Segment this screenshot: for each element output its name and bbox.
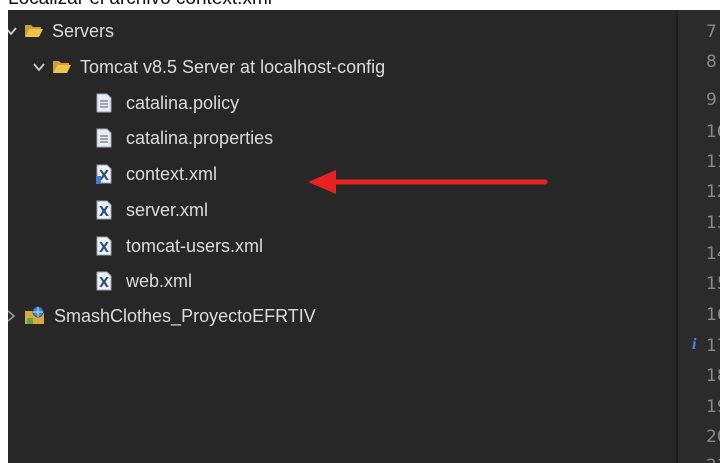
- xml-file-icon: X: [96, 164, 112, 184]
- xml-file-icon: X: [96, 236, 112, 256]
- line-number: 17: [706, 336, 720, 356]
- tree-item-label: SmashClothes_ProyectoEFRTIV: [54, 305, 316, 326]
- svg-text:X: X: [99, 241, 109, 256]
- tree-item-label: catalina.policy: [126, 92, 240, 113]
- line-number: 8: [706, 52, 717, 72]
- line-number: 20: [706, 427, 720, 447]
- tree-item-label: server.xml: [126, 199, 209, 220]
- tree-item-file[interactable]: catalina.properties: [96, 121, 273, 155]
- web-project-icon: [25, 306, 44, 324]
- editor-line-gutter: 7 8 9 10 11 12 13 14 15 16 i 17 18 19 20…: [678, 10, 720, 463]
- line-number: 14: [706, 244, 720, 264]
- tree-item-file-context[interactable]: X context.xml: [96, 157, 217, 191]
- line-number: 16: [706, 305, 720, 325]
- line-number: 18: [706, 366, 720, 386]
- tree-item-label: Tomcat v8.5 Server at localhost-config: [80, 56, 386, 77]
- chevron-down-icon[interactable]: [32, 60, 46, 74]
- line-number: 7: [706, 22, 717, 42]
- project-explorer: Servers Tomcat v8.5 Server at localhost-…: [8, 10, 720, 463]
- tree-item-label: web.xml: [126, 270, 193, 291]
- line-number: 12: [706, 182, 720, 202]
- tree-item-label: Servers: [52, 20, 115, 41]
- tree-item-label: tomcat-users.xml: [126, 235, 264, 256]
- line-number: 19: [706, 397, 720, 417]
- svg-text:X: X: [99, 276, 109, 291]
- line-number: 11: [706, 152, 720, 172]
- tree-item-project[interactable]: SmashClothes_ProyectoEFRTIV: [8, 299, 316, 333]
- text-file-icon: [96, 128, 112, 148]
- line-number: 10: [706, 122, 720, 142]
- server-tree: Servers Tomcat v8.5 Server at localhost-…: [8, 10, 676, 463]
- open-folder-icon: [53, 61, 71, 73]
- text-file-icon: [96, 93, 112, 113]
- tree-item-file[interactable]: X tomcat-users.xml: [96, 229, 263, 263]
- line-number: 15: [706, 274, 720, 294]
- tree-item-tomcat-server[interactable]: Tomcat v8.5 Server at localhost-config: [32, 50, 385, 84]
- chevron-down-icon[interactable]: [8, 24, 18, 38]
- xml-file-icon: X: [96, 271, 112, 291]
- tree-item-label: context.xml: [126, 163, 218, 184]
- tree-item-file[interactable]: X server.xml: [96, 193, 208, 227]
- open-folder-icon: [25, 25, 43, 37]
- line-number: 21: [706, 456, 720, 463]
- chevron-right-icon[interactable]: [8, 309, 18, 323]
- xml-file-icon: X: [96, 200, 112, 220]
- tree-item-file[interactable]: X web.xml: [96, 264, 192, 298]
- tree-item-servers[interactable]: Servers: [8, 14, 114, 48]
- tree-item-label: catalina.properties: [126, 127, 274, 148]
- line-number: 9: [706, 90, 717, 110]
- page-caption: Localizar el archivo context.xml: [8, 0, 272, 10]
- line-number: 13: [706, 213, 720, 233]
- info-marker-icon[interactable]: i: [692, 336, 696, 354]
- svg-text:X: X: [99, 205, 109, 220]
- tree-item-file[interactable]: catalina.policy: [96, 86, 239, 120]
